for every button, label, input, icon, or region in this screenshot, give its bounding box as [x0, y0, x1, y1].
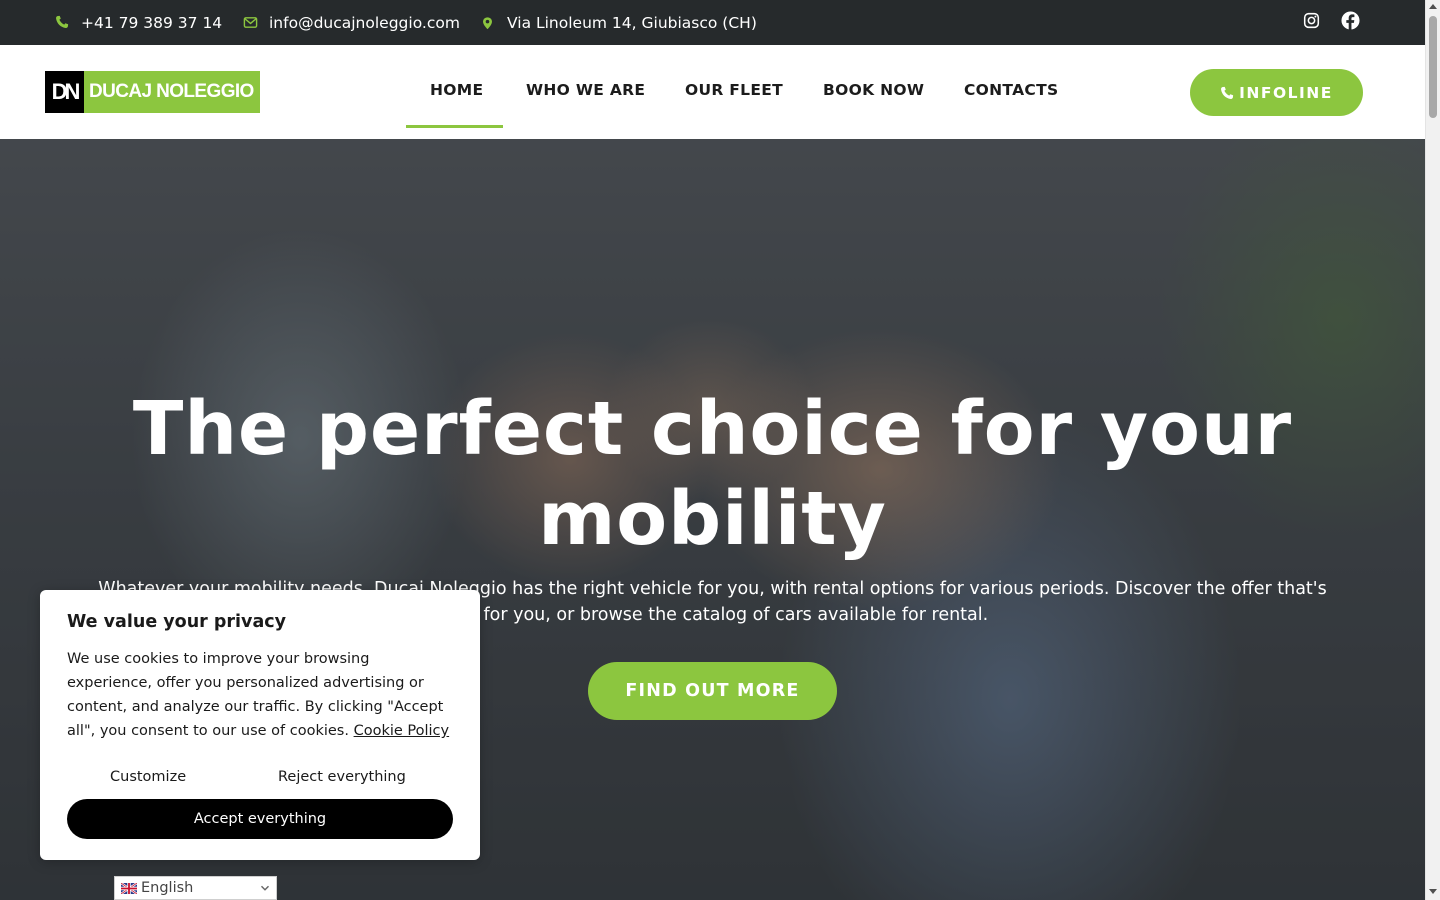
address-text: Via Linoleum 14, Giubiasco (CH) [507, 13, 757, 32]
page-scrollbar[interactable] [1425, 0, 1440, 900]
language-selector[interactable]: English [114, 876, 277, 900]
cookie-title: We value your privacy [67, 612, 287, 632]
uk-flag-icon [121, 882, 137, 894]
phone-link[interactable]: +41 79 389 37 14 [55, 0, 222, 45]
phone-icon [55, 15, 71, 31]
logo-mark: DN [45, 71, 84, 113]
scrollbar-thumb[interactable] [1429, 16, 1437, 118]
nav-active-indicator [406, 125, 503, 128]
cookie-consent-dialog: We value your privacy We use cookies to … [40, 590, 480, 860]
infoline-label: INFOLINE [1239, 83, 1333, 102]
phone-icon [1220, 86, 1234, 100]
instagram-link[interactable] [1301, 12, 1321, 32]
nav-our-fleet[interactable]: OUR FLEET [685, 81, 783, 99]
accept-all-button[interactable]: Accept everything [67, 799, 453, 839]
hero-title: The perfect choice for your mobility [132, 386, 1293, 562]
reject-all-button[interactable]: Reject everything [278, 769, 406, 785]
phone-number: +41 79 389 37 14 [81, 13, 223, 32]
infoline-button[interactable]: INFOLINE [1190, 69, 1363, 116]
nav-contacts[interactable]: CONTACTS [964, 81, 1058, 99]
facebook-icon [1340, 10, 1360, 34]
scroll-down-arrow-icon[interactable] [1429, 889, 1437, 894]
cookie-policy-link[interactable]: Cookie Policy [354, 723, 450, 739]
customize-button[interactable]: Customize [110, 769, 186, 785]
find-out-more-button[interactable]: FIND OUT MORE [588, 662, 837, 720]
facebook-link[interactable] [1340, 10, 1360, 34]
top-contact-bar: +41 79 389 37 14 info@ducajnoleggio.com … [0, 0, 1425, 45]
nav-book-now[interactable]: BOOK NOW [823, 81, 924, 99]
scroll-up-arrow-icon[interactable] [1429, 4, 1437, 9]
envelope-icon [243, 15, 259, 31]
nav-who-we-are[interactable]: WHO WE ARE [526, 81, 645, 99]
nav-home[interactable]: HOME [430, 81, 483, 99]
address-link[interactable]: Via Linoleum 14, Giubiasco (CH) [481, 0, 757, 45]
site-header: DN DUCAJ NOLEGGIO HOME WHO WE ARE OUR FL… [0, 45, 1425, 139]
site-logo[interactable]: DN DUCAJ NOLEGGIO [45, 71, 260, 113]
email-address: info@ducajnoleggio.com [269, 13, 460, 32]
cookie-text: We use cookies to improve your browsing … [67, 647, 457, 743]
language-label: English [141, 880, 194, 896]
instagram-icon [1303, 12, 1320, 33]
chevron-down-icon [260, 883, 270, 893]
email-link[interactable]: info@ducajnoleggio.com [243, 0, 460, 45]
map-pin-icon [481, 15, 497, 31]
logo-text: DUCAJ NOLEGGIO [84, 71, 260, 113]
